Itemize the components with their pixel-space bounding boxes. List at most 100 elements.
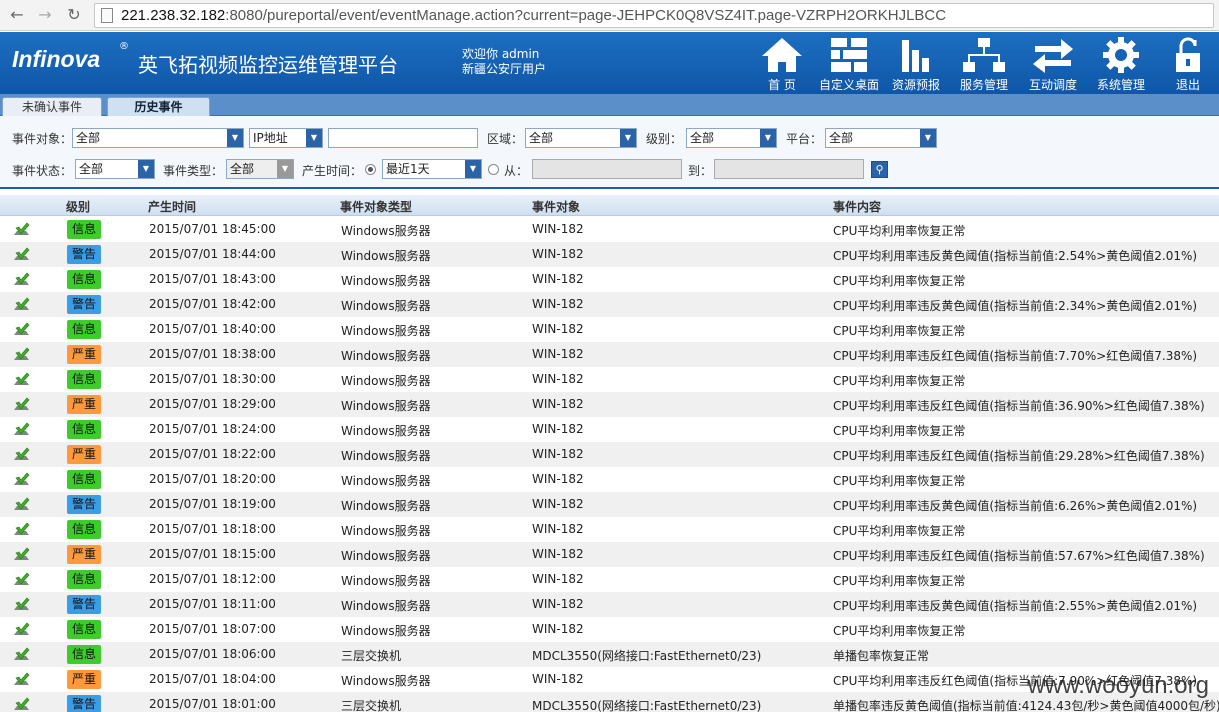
confirm-check-icon[interactable]	[13, 422, 30, 437]
confirm-check-icon[interactable]	[13, 222, 30, 237]
url-text: 221.238.32.182:8080/pureportal/event/eve…	[121, 7, 947, 24]
table-row[interactable]: 信息 2015/07/01 18:20:00 Windows服务器 WIN-182 CP…	[0, 467, 1219, 492]
event-type-value: 全部	[230, 162, 255, 176]
confirm-check-icon[interactable]	[13, 247, 30, 262]
nav-interactive-dispatch[interactable]: 互动调度	[1026, 36, 1080, 92]
confirm-check-icon[interactable]	[13, 472, 30, 487]
to-date-input[interactable]	[714, 159, 864, 179]
event-object: WIN-182	[532, 347, 584, 361]
confirm-check-icon[interactable]	[13, 647, 30, 662]
table-row[interactable]: 信息 2015/07/01 18:06:00 三层交换机 MDCL3550(网络接口:…	[0, 642, 1219, 667]
event-object-value: 全部	[76, 131, 101, 145]
platform-label: 平台：	[786, 132, 823, 146]
table-row[interactable]: 严重 2015/07/01 18:38:00 Windows服务器 WIN-182 CP…	[0, 342, 1219, 367]
table-row[interactable]: 信息 2015/07/01 18:07:00 Windows服务器 WIN-182 CP…	[0, 617, 1219, 642]
confirm-check-icon[interactable]	[13, 522, 30, 537]
forward-icon[interactable]: →	[34, 4, 56, 26]
table-row[interactable]: 信息 2015/07/01 18:30:00 Windows服务器 WIN-182 CP…	[0, 367, 1219, 392]
confirm-check-icon[interactable]	[13, 347, 30, 362]
confirm-check-icon[interactable]	[13, 547, 30, 562]
confirm-check-icon[interactable]	[13, 622, 30, 637]
region-select[interactable]: 全部 ▼	[525, 128, 637, 148]
event-time: 2015/07/01 18:12:00	[149, 572, 276, 586]
nav-custom-desktop[interactable]: 自定义桌面	[818, 36, 880, 92]
table-row[interactable]: 信息 2015/07/01 18:45:00 Windows服务器 WIN-182 CP…	[0, 217, 1219, 242]
confirm-check-icon[interactable]	[13, 447, 30, 462]
nav-resource-forecast[interactable]: 资源预报	[888, 36, 944, 92]
region-value: 全部	[529, 131, 554, 145]
event-type-select[interactable]: 全部 ▼	[226, 159, 294, 179]
event-content: CPU平均利用率违反红色阈值(指标当前值:7.70%>红色阈值7.38%)	[833, 349, 1198, 363]
table-row[interactable]: 信息 2015/07/01 18:43:00 Windows服务器 WIN-182 CP…	[0, 267, 1219, 292]
table-row[interactable]: 信息 2015/07/01 18:18:00 Windows服务器 WIN-182 CP…	[0, 517, 1219, 542]
object-type: Windows服务器	[341, 274, 431, 288]
filter-panel: 事件对象： 全部 ▼ IP地址 ▼ 区域： 全部 ▼ 级别： 全部 ▼ 平台： 全部 ▼ …	[0, 116, 1219, 189]
table-row[interactable]: 警告 2015/07/01 18:19:00 Windows服务器 WIN-182 CP…	[0, 492, 1219, 517]
ip-input[interactable]	[328, 128, 478, 148]
table-row[interactable]: 严重 2015/07/01 18:22:00 Windows服务器 WIN-182 CP…	[0, 442, 1219, 467]
time-range-select[interactable]: 最近1天 ▼	[382, 159, 482, 179]
level-badge: 信息	[67, 570, 101, 589]
nav-logout[interactable]: 退出	[1164, 36, 1212, 92]
confirm-check-icon[interactable]	[13, 672, 30, 687]
app-title: 英飞拓视频监控运维管理平台	[138, 53, 398, 77]
object-type: 三层交换机	[341, 699, 402, 712]
table-row[interactable]: 信息 2015/07/01 18:12:00 Windows服务器 WIN-182 CP…	[0, 567, 1219, 592]
from-date-input[interactable]	[532, 159, 682, 179]
col-object[interactable]: 事件对象	[532, 198, 580, 215]
confirm-check-icon[interactable]	[13, 497, 30, 512]
event-table-body: 信息 2015/07/01 18:45:00 Windows服务器 WIN-182 CP…	[0, 217, 1219, 712]
search-button[interactable]: ⚲	[871, 161, 888, 178]
table-row[interactable]: 信息 2015/07/01 18:40:00 Windows服务器 WIN-182 CP…	[0, 317, 1219, 342]
event-object-select[interactable]: 全部 ▼	[72, 128, 244, 148]
event-object: WIN-182	[532, 222, 584, 236]
reload-icon[interactable]: ↻	[63, 4, 85, 26]
level-select[interactable]: 全部 ▼	[686, 128, 777, 148]
table-row[interactable]: 严重 2015/07/01 18:15:00 Windows服务器 WIN-182 CP…	[0, 542, 1219, 567]
object-type: Windows服务器	[341, 549, 431, 563]
object-type: Windows服务器	[341, 599, 431, 613]
table-row[interactable]: 警告 2015/07/01 18:11:00 Windows服务器 WIN-182 CP…	[0, 592, 1219, 617]
tab-history-events[interactable]: 历史事件	[107, 97, 210, 116]
col-object-type[interactable]: 事件对象类型	[340, 198, 412, 215]
event-time: 2015/07/01 18:11:00	[149, 597, 276, 611]
confirm-check-icon[interactable]	[13, 397, 30, 412]
nav-service-management-label: 服务管理	[959, 78, 1008, 92]
time-label: 产生时间：	[302, 164, 363, 178]
confirm-check-icon[interactable]	[13, 322, 30, 337]
tab-unconfirmed-events[interactable]: 未确认事件	[2, 97, 102, 116]
platform-select[interactable]: 全部 ▼	[825, 128, 937, 148]
col-level[interactable]: 级别	[66, 198, 90, 215]
object-type: Windows服务器	[341, 249, 431, 263]
confirm-check-icon[interactable]	[13, 297, 30, 312]
nav-home[interactable]: 首 页	[756, 36, 808, 92]
table-row[interactable]: 严重 2015/07/01 18:29:00 Windows服务器 WIN-182 CP…	[0, 392, 1219, 417]
nav-system-management[interactable]: 系统管理	[1094, 36, 1148, 92]
col-content[interactable]: 事件内容	[833, 198, 881, 215]
level-badge: 警告	[67, 245, 101, 264]
event-content: CPU平均利用率恢复正常	[833, 574, 966, 588]
address-bar[interactable]: 221.238.32.182:8080/pureportal/event/eve…	[94, 3, 1214, 28]
time-recent-radio[interactable]	[365, 164, 376, 175]
table-row[interactable]: 警告 2015/07/01 18:42:00 Windows服务器 WIN-182 CP…	[0, 292, 1219, 317]
level-badge: 信息	[67, 270, 101, 289]
time-custom-radio[interactable]	[488, 164, 499, 175]
event-object: MDCL3550(网络接口:FastEthernet0/23)	[532, 649, 762, 663]
table-row[interactable]: 信息 2015/07/01 18:24:00 Windows服务器 WIN-182 CP…	[0, 417, 1219, 442]
col-time[interactable]: 产生时间	[148, 198, 196, 215]
confirm-check-icon[interactable]	[13, 372, 30, 387]
table-row[interactable]: 警告 2015/07/01 18:44:00 Windows服务器 WIN-182 CP…	[0, 242, 1219, 267]
event-status-select[interactable]: 全部 ▼	[75, 159, 155, 179]
watermark: www.wooyun.org	[1027, 672, 1209, 699]
confirm-check-icon[interactable]	[13, 572, 30, 587]
event-time: 2015/07/01 18:30:00	[149, 372, 276, 386]
confirm-check-icon[interactable]	[13, 597, 30, 612]
nav-service-management[interactable]: 服务管理	[956, 36, 1012, 92]
confirm-check-icon[interactable]	[13, 272, 30, 287]
event-content: 单播包率恢复正常	[833, 649, 930, 663]
level-badge: 信息	[67, 420, 101, 439]
back-icon[interactable]: ←	[6, 4, 28, 26]
ip-type-select[interactable]: IP地址 ▼	[249, 128, 323, 148]
confirm-check-icon[interactable]	[13, 697, 30, 712]
object-type: Windows服务器	[341, 624, 431, 638]
